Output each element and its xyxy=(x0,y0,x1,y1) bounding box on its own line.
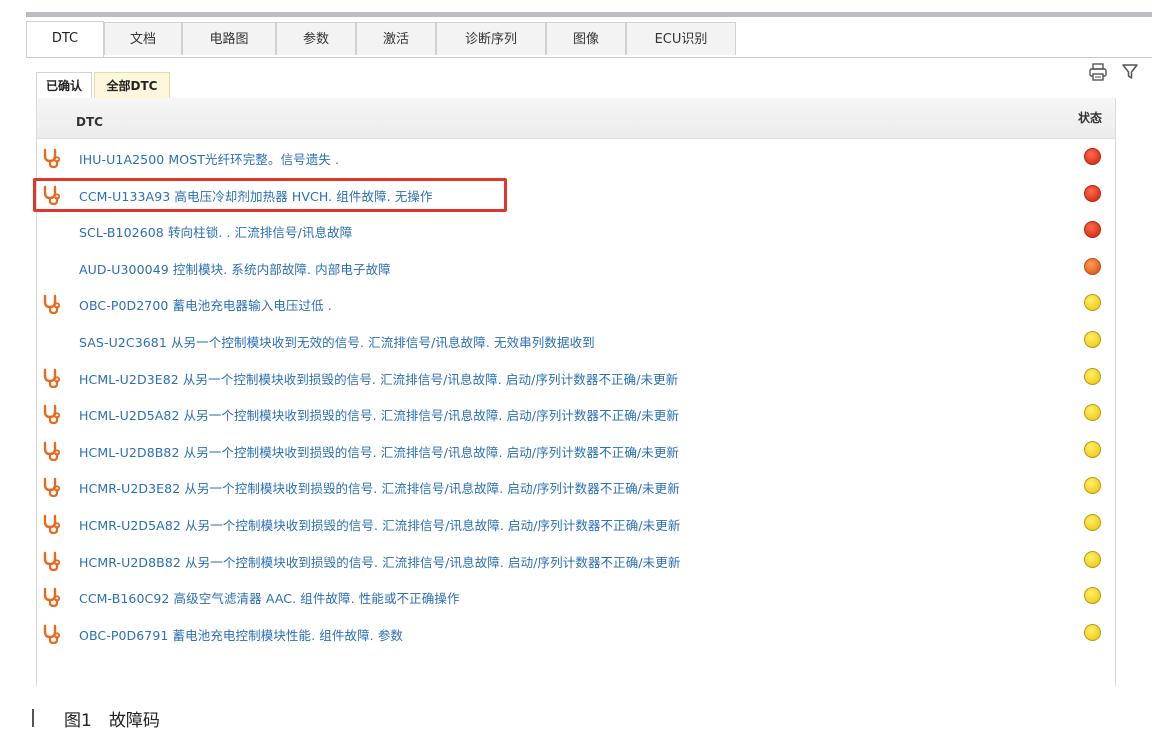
dtc-row[interactable]: IHU-U1A2500 MOST光纤环完整。信号遗失 . xyxy=(37,140,1115,176)
status-indicator-red xyxy=(1084,221,1101,238)
stethoscope-icon[interactable] xyxy=(41,147,63,169)
dtc-row[interactable]: HCMR-U2D8B82 从另一个控制模块收到损毁的信号. 汇流排信号/讯息故障… xyxy=(37,543,1115,579)
stethoscope-icon[interactable] xyxy=(41,440,63,462)
stethoscope-icon[interactable] xyxy=(41,550,63,572)
dtc-description[interactable]: HCMR-U2D3E82 从另一个控制模块收到损毁的信号. 汇流排信号/讯息故障… xyxy=(79,478,680,497)
status-indicator-yellow xyxy=(1084,477,1101,494)
status-indicator-yellow xyxy=(1084,587,1101,604)
tab-images[interactable]: 图像 xyxy=(546,22,626,55)
status-indicator-yellow xyxy=(1084,514,1101,531)
dtc-description[interactable]: HCMR-U2D8B82 从另一个控制模块收到损毁的信号. 汇流排信号/讯息故障… xyxy=(79,552,680,571)
status-indicator-yellow xyxy=(1084,624,1101,641)
subtab-all-dtc[interactable]: 全部DTC xyxy=(94,72,170,98)
dtc-description[interactable]: AUD-U300049 控制模块. 系统内部故障. 内部电子故障 xyxy=(79,259,391,278)
status-indicator-yellow xyxy=(1084,441,1101,458)
highlight-box xyxy=(33,178,507,212)
dtc-description[interactable]: HCML-U2D3E82 从另一个控制模块收到损毁的信号. 汇流排信号/讯息故障… xyxy=(79,369,678,388)
tab-documents[interactable]: 文档 xyxy=(104,22,182,55)
dtc-row[interactable]: HCML-U2D8B82 从另一个控制模块收到损毁的信号. 汇流排信号/讯息故障… xyxy=(37,433,1115,469)
table-header: DTC 状态 xyxy=(37,98,1115,139)
stethoscope-icon[interactable] xyxy=(41,293,63,315)
caption-text: 图1 故障码 xyxy=(64,711,160,731)
dtc-description[interactable]: CCM-B160C92 高级空气滤清器 AAC. 组件故障. 性能或不正确操作 xyxy=(79,588,460,607)
printer-icon[interactable] xyxy=(1088,62,1108,82)
tab-activation[interactable]: 激活 xyxy=(356,22,436,55)
stethoscope-icon[interactable] xyxy=(41,367,63,389)
dtc-row[interactable]: OBC-P0D6791 蓄电池充电控制模块性能. 组件故障. 参数 xyxy=(37,616,1115,652)
dtc-description[interactable]: HCML-U2D5A82 从另一个控制模块收到损毁的信号. 汇流排信号/讯息故障… xyxy=(79,405,679,424)
dtc-row[interactable]: HCMR-U2D3E82 从另一个控制模块收到损毁的信号. 汇流排信号/讯息故障… xyxy=(37,469,1115,505)
status-indicator-red xyxy=(1084,148,1101,165)
dtc-row[interactable]: SAS-U2C3681 从另一个控制模块收到无效的信号. 汇流排信号/讯息故障.… xyxy=(37,323,1115,359)
dtc-description[interactable]: OBC-P0D2700 蓄电池充电器输入电压过低 . xyxy=(79,295,332,314)
tab-dtc[interactable]: DTC xyxy=(26,21,104,57)
tab-parameters[interactable]: 参数 xyxy=(276,22,356,55)
dtc-row[interactable]: HCMR-U2D5A82 从另一个控制模块收到损毁的信号. 汇流排信号/讯息故障… xyxy=(37,506,1115,542)
status-indicator-yellow xyxy=(1084,331,1101,348)
tab-ecu-identification[interactable]: ECU识别 xyxy=(626,22,736,55)
status-indicator-yellow xyxy=(1084,551,1101,568)
dtc-row[interactable]: SCL-B102608 转向柱锁. . 汇流排信号/讯息故障 xyxy=(37,213,1115,249)
stethoscope-icon[interactable] xyxy=(41,403,63,425)
status-indicator-yellow xyxy=(1084,404,1101,421)
status-indicator-yellow xyxy=(1084,294,1101,311)
dtc-description[interactable]: IHU-U1A2500 MOST光纤环完整。信号遗失 . xyxy=(79,149,339,168)
dtc-row[interactable]: OBC-P0D2700 蓄电池充电器输入电压过低 . xyxy=(37,286,1115,322)
stethoscope-icon[interactable] xyxy=(41,586,63,608)
stethoscope-icon[interactable] xyxy=(41,623,63,645)
dtc-row[interactable]: HCML-U2D3E82 从另一个控制模块收到损毁的信号. 汇流排信号/讯息故障… xyxy=(37,360,1115,396)
dtc-description[interactable]: SCL-B102608 转向柱锁. . 汇流排信号/讯息故障 xyxy=(79,222,352,241)
column-header-status: 状态 xyxy=(1078,111,1103,125)
dtc-row[interactable]: AUD-U300049 控制模块. 系统内部故障. 内部电子故障 xyxy=(37,250,1115,286)
tab-diagnostic-sequence[interactable]: 诊断序列 xyxy=(436,22,546,55)
caption-bar xyxy=(32,709,34,727)
dtc-row[interactable]: HCML-U2D5A82 从另一个控制模块收到损毁的信号. 汇流排信号/讯息故障… xyxy=(37,396,1115,432)
main-tab-bar: DTC 文档 电路图 参数 激活 诊断序列 图像 ECU识别 xyxy=(26,17,1152,58)
dtc-description[interactable]: OBC-P0D6791 蓄电池充电控制模块性能. 组件故障. 参数 xyxy=(79,625,403,644)
dtc-description[interactable]: HCMR-U2D5A82 从另一个控制模块收到损毁的信号. 汇流排信号/讯息故障… xyxy=(79,515,680,534)
status-indicator-red xyxy=(1084,185,1101,202)
stethoscope-icon[interactable] xyxy=(41,513,63,535)
status-indicator-yellow xyxy=(1084,368,1101,385)
column-header-dtc: DTC xyxy=(76,115,103,129)
filter-icon[interactable] xyxy=(1120,62,1140,82)
dtc-description[interactable]: SAS-U2C3681 从另一个控制模块收到无效的信号. 汇流排信号/讯息故障.… xyxy=(79,332,595,351)
stethoscope-icon[interactable] xyxy=(41,476,63,498)
toolbar xyxy=(1088,62,1144,82)
status-indicator-orange xyxy=(1084,258,1101,275)
tab-wiring-diagram[interactable]: 电路图 xyxy=(182,22,276,55)
dtc-description[interactable]: HCML-U2D8B82 从另一个控制模块收到损毁的信号. 汇流排信号/讯息故障… xyxy=(79,442,679,461)
dtc-row[interactable]: CCM-B160C92 高级空气滤清器 AAC. 组件故障. 性能或不正确操作 xyxy=(37,579,1115,615)
subtab-confirmed[interactable]: 已确认 xyxy=(36,72,92,98)
